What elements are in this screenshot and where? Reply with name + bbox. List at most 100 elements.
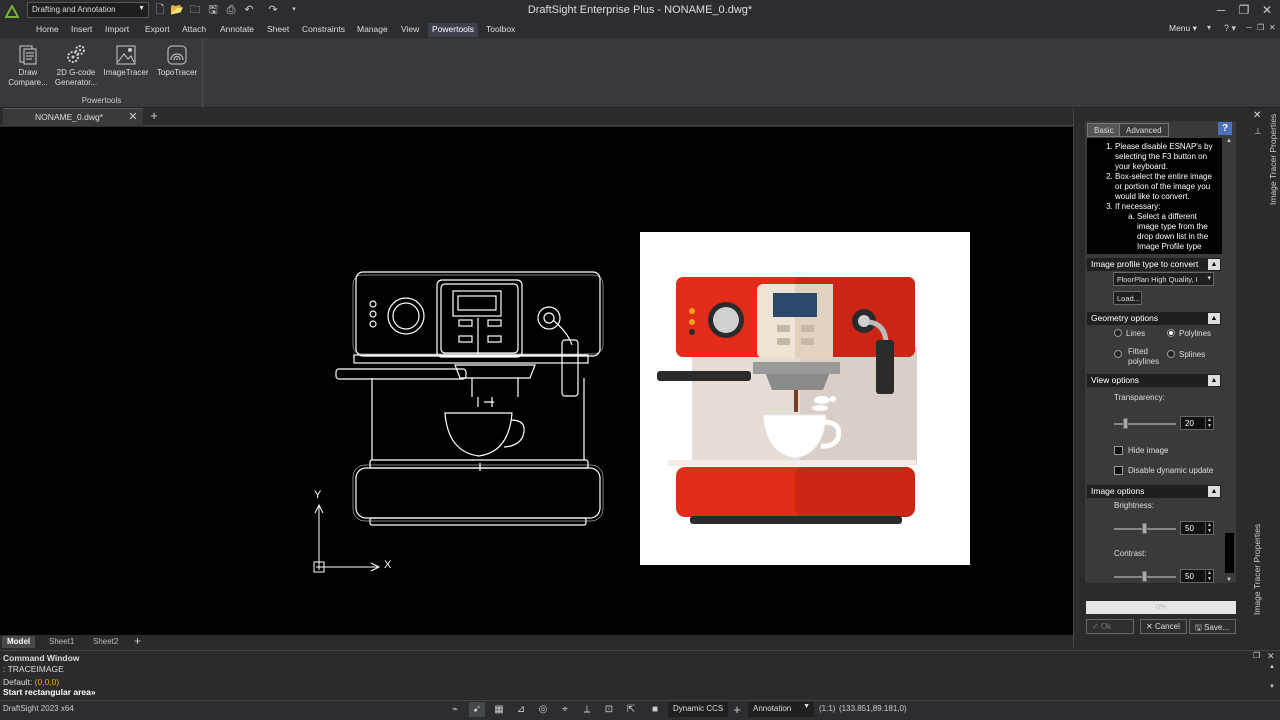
customize-quick-access-icon[interactable]: ▾ — [287, 3, 301, 17]
section-profile-header[interactable]: Image profile type to convert ▲ — [1087, 258, 1221, 271]
image-tracer-button[interactable]: ImageTracer — [103, 44, 149, 78]
new-file-icon[interactable]: 🗋 — [153, 3, 167, 17]
profile-type-select[interactable]: FloorPlan High Quality, I ▾ — [1113, 272, 1214, 286]
ok-button[interactable]: ✓ Ok — [1086, 619, 1134, 634]
stop-icon[interactable]: ■ — [647, 702, 663, 717]
topo-tracer-button[interactable]: TopoTracer — [154, 44, 200, 78]
menu-view[interactable]: View — [397, 23, 423, 37]
annotation-select[interactable]: Annotation ▼ — [748, 702, 814, 717]
doc-restore-icon[interactable]: ❐ — [1257, 23, 1264, 32]
collapse-icon[interactable]: ▲ — [1208, 375, 1220, 386]
radio-lines[interactable] — [1114, 329, 1122, 337]
section-geometry-header[interactable]: Geometry options ▲ — [1087, 312, 1221, 325]
radio-polylines[interactable] — [1167, 329, 1175, 337]
collapse-icon[interactable]: ▲ — [1208, 486, 1220, 497]
scroll-down-icon[interactable]: ▼ — [1226, 577, 1232, 583]
esnap-icon[interactable]: ⌖ — [557, 702, 573, 717]
menu-export[interactable]: Export — [141, 23, 174, 37]
contrast-spinbox[interactable]: 50 ▲ ▼ — [1180, 569, 1214, 583]
help-icon[interactable]: ? — [1218, 122, 1232, 135]
document-tab[interactable]: NONAME_0.dwg* — [3, 108, 143, 126]
save-button[interactable]: 🖫 Save... — [1189, 619, 1236, 634]
transparency-spinbox[interactable]: 20 ▲ ▼ — [1180, 416, 1214, 430]
tab-basic[interactable]: Basic — [1087, 123, 1121, 137]
disable-dynamic-update-checkbox[interactable] — [1114, 466, 1123, 475]
restore-icon[interactable]: ❐ — [1234, 2, 1254, 18]
contrast-slider-thumb[interactable] — [1142, 571, 1147, 582]
command-prompt[interactable]: Start rectangular area» — [3, 687, 96, 697]
menu-attach[interactable]: Attach — [178, 23, 210, 37]
radio-fitted-polylines[interactable] — [1114, 350, 1122, 358]
collapse-icon[interactable]: ▲ — [1208, 313, 1220, 324]
add-sheet-icon[interactable]: + — [134, 634, 141, 648]
menu-home[interactable]: Home — [32, 23, 63, 37]
cmd-scroll-icon[interactable]: ▲ ▼ — [1269, 662, 1275, 692]
gcode-generator-button[interactable]: 2D G-code Generator... — [53, 44, 99, 88]
open-folder-icon[interactable]: 📂 — [170, 3, 184, 17]
menu-dropdown[interactable]: Menu ▾ — [1169, 23, 1197, 34]
add-tab-icon[interactable]: + — [147, 109, 161, 123]
collapse-icon[interactable]: ▲ — [1208, 259, 1220, 270]
workspace-select[interactable]: Drafting and Annotation ▼ — [27, 2, 149, 18]
hide-image-checkbox[interactable] — [1114, 446, 1123, 455]
chevron-down-icon: ▼ — [803, 703, 810, 710]
section-image-header[interactable]: Image options ▲ — [1087, 485, 1221, 498]
brightness-spinbox[interactable]: 50 ▲ ▼ — [1180, 521, 1214, 535]
tab-sheet1[interactable]: Sheet1 — [44, 636, 79, 648]
draw-compare-button[interactable]: Draw Compare... — [5, 44, 51, 88]
grid-icon[interactable]: ▦ — [491, 702, 507, 717]
menu-powertools[interactable]: Powertools — [428, 23, 479, 37]
menu-insert[interactable]: Insert — [67, 23, 96, 37]
panel-close-icon[interactable]: ✕ — [1253, 110, 1261, 121]
polar-icon[interactable]: ◎ — [535, 702, 551, 717]
redo-icon[interactable]: ↷ — [266, 3, 280, 17]
lineweight-icon[interactable]: ⊡ — [601, 702, 617, 717]
pin-icon[interactable]: ⊥ — [1254, 126, 1262, 137]
cmd-close-icon[interactable]: ✕ — [1267, 651, 1275, 662]
menu-manage[interactable]: Manage — [353, 23, 392, 37]
save-icon[interactable]: 🖫 — [206, 3, 220, 17]
load-button[interactable]: Load... — [1113, 291, 1142, 305]
select-cursor-icon[interactable]: ➹ — [469, 702, 485, 717]
open-file-icon[interactable]: 🗀 — [188, 3, 202, 17]
undo-icon[interactable]: ↶ — [242, 3, 256, 17]
scrollbar-thumb[interactable] — [1225, 533, 1234, 573]
close-icon[interactable]: ✕ — [1257, 2, 1277, 18]
menu-constraints[interactable]: Constraints — [298, 23, 349, 37]
print-icon[interactable]: ⎙ — [224, 3, 238, 17]
command-window[interactable] — [0, 650, 1280, 700]
tab-sheet2[interactable]: Sheet2 — [88, 636, 123, 648]
spin-arrows-icon[interactable]: ▲ ▼ — [1205, 522, 1213, 534]
topo-tracer-label: TopoTracer — [156, 68, 198, 77]
radio-splines[interactable] — [1167, 350, 1175, 358]
menu-sheet[interactable]: Sheet — [263, 23, 293, 37]
menu-toolbox[interactable]: Toolbox — [482, 23, 519, 37]
cancel-button[interactable]: ✕ Cancel — [1140, 619, 1187, 634]
snap-icon[interactable]: ⌁ — [447, 702, 463, 717]
cmd-restore-icon[interactable]: ❐ — [1253, 651, 1260, 660]
doc-close-icon[interactable]: ✕ — [1269, 23, 1276, 32]
chevron-down-icon[interactable]: ▾ — [1207, 23, 1211, 32]
brightness-slider-thumb[interactable] — [1142, 523, 1147, 534]
ortho-icon[interactable]: ⊿ — [513, 702, 529, 717]
help-icon[interactable]: ? ▾ — [1224, 23, 1236, 34]
spin-arrows-icon[interactable]: ▲ ▼ — [1205, 570, 1213, 582]
transparency-slider-thumb[interactable] — [1123, 418, 1129, 429]
menu-import[interactable]: Import — [101, 23, 133, 37]
minimize-icon[interactable]: ─ — [1211, 2, 1231, 18]
close-icon[interactable]: ✕ — [127, 110, 139, 124]
etrack-icon[interactable]: ⟂ — [579, 702, 595, 717]
doc-minimize-icon[interactable]: ─ — [1246, 23, 1252, 32]
panel-scrollbar[interactable]: ▲ ▼ — [1224, 138, 1235, 583]
section-view-header[interactable]: View options ▲ — [1087, 374, 1221, 387]
tab-advanced[interactable]: Advanced — [1119, 123, 1169, 137]
dynamic-ccs-toggle[interactable]: Dynamic CCS — [668, 702, 729, 717]
scroll-up-icon[interactable]: ▲ — [1226, 138, 1232, 144]
quick-input-icon[interactable]: ⇱ — [623, 702, 639, 717]
add-icon[interactable]: + — [729, 702, 745, 717]
brightness-label: Brightness: — [1114, 501, 1155, 510]
tab-model[interactable]: Model — [2, 636, 36, 648]
panel-title-vertical-side[interactable]: Image Tracer Properties — [1252, 524, 1262, 615]
menu-annotate[interactable]: Annotate — [216, 23, 258, 37]
spin-arrows-icon[interactable]: ▲ ▼ — [1205, 417, 1213, 429]
